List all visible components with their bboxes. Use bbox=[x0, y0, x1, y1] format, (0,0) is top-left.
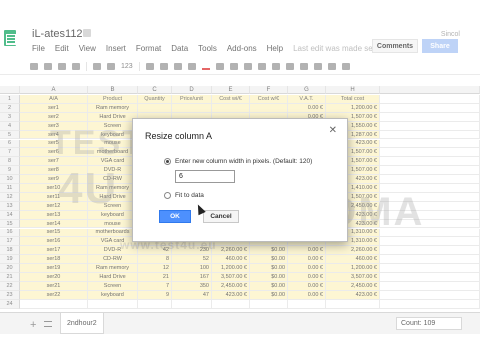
ok-button[interactable]: OK bbox=[159, 210, 191, 223]
cancel-button[interactable]: Cancel bbox=[203, 210, 239, 223]
dialog-title: Resize column A bbox=[145, 131, 213, 141]
fit-to-data-radio[interactable] bbox=[164, 192, 171, 199]
fit-to-data-label: Fit to data bbox=[175, 192, 204, 199]
pixels-radio[interactable] bbox=[164, 158, 171, 165]
pixels-option-label: Enter new column width in pixels. (Defau… bbox=[175, 158, 313, 165]
resize-column-dialog: Resize column A ✕ Enter new column width… bbox=[132, 118, 348, 242]
close-icon[interactable]: ✕ bbox=[329, 125, 337, 136]
column-width-input[interactable]: 6 bbox=[175, 170, 235, 183]
